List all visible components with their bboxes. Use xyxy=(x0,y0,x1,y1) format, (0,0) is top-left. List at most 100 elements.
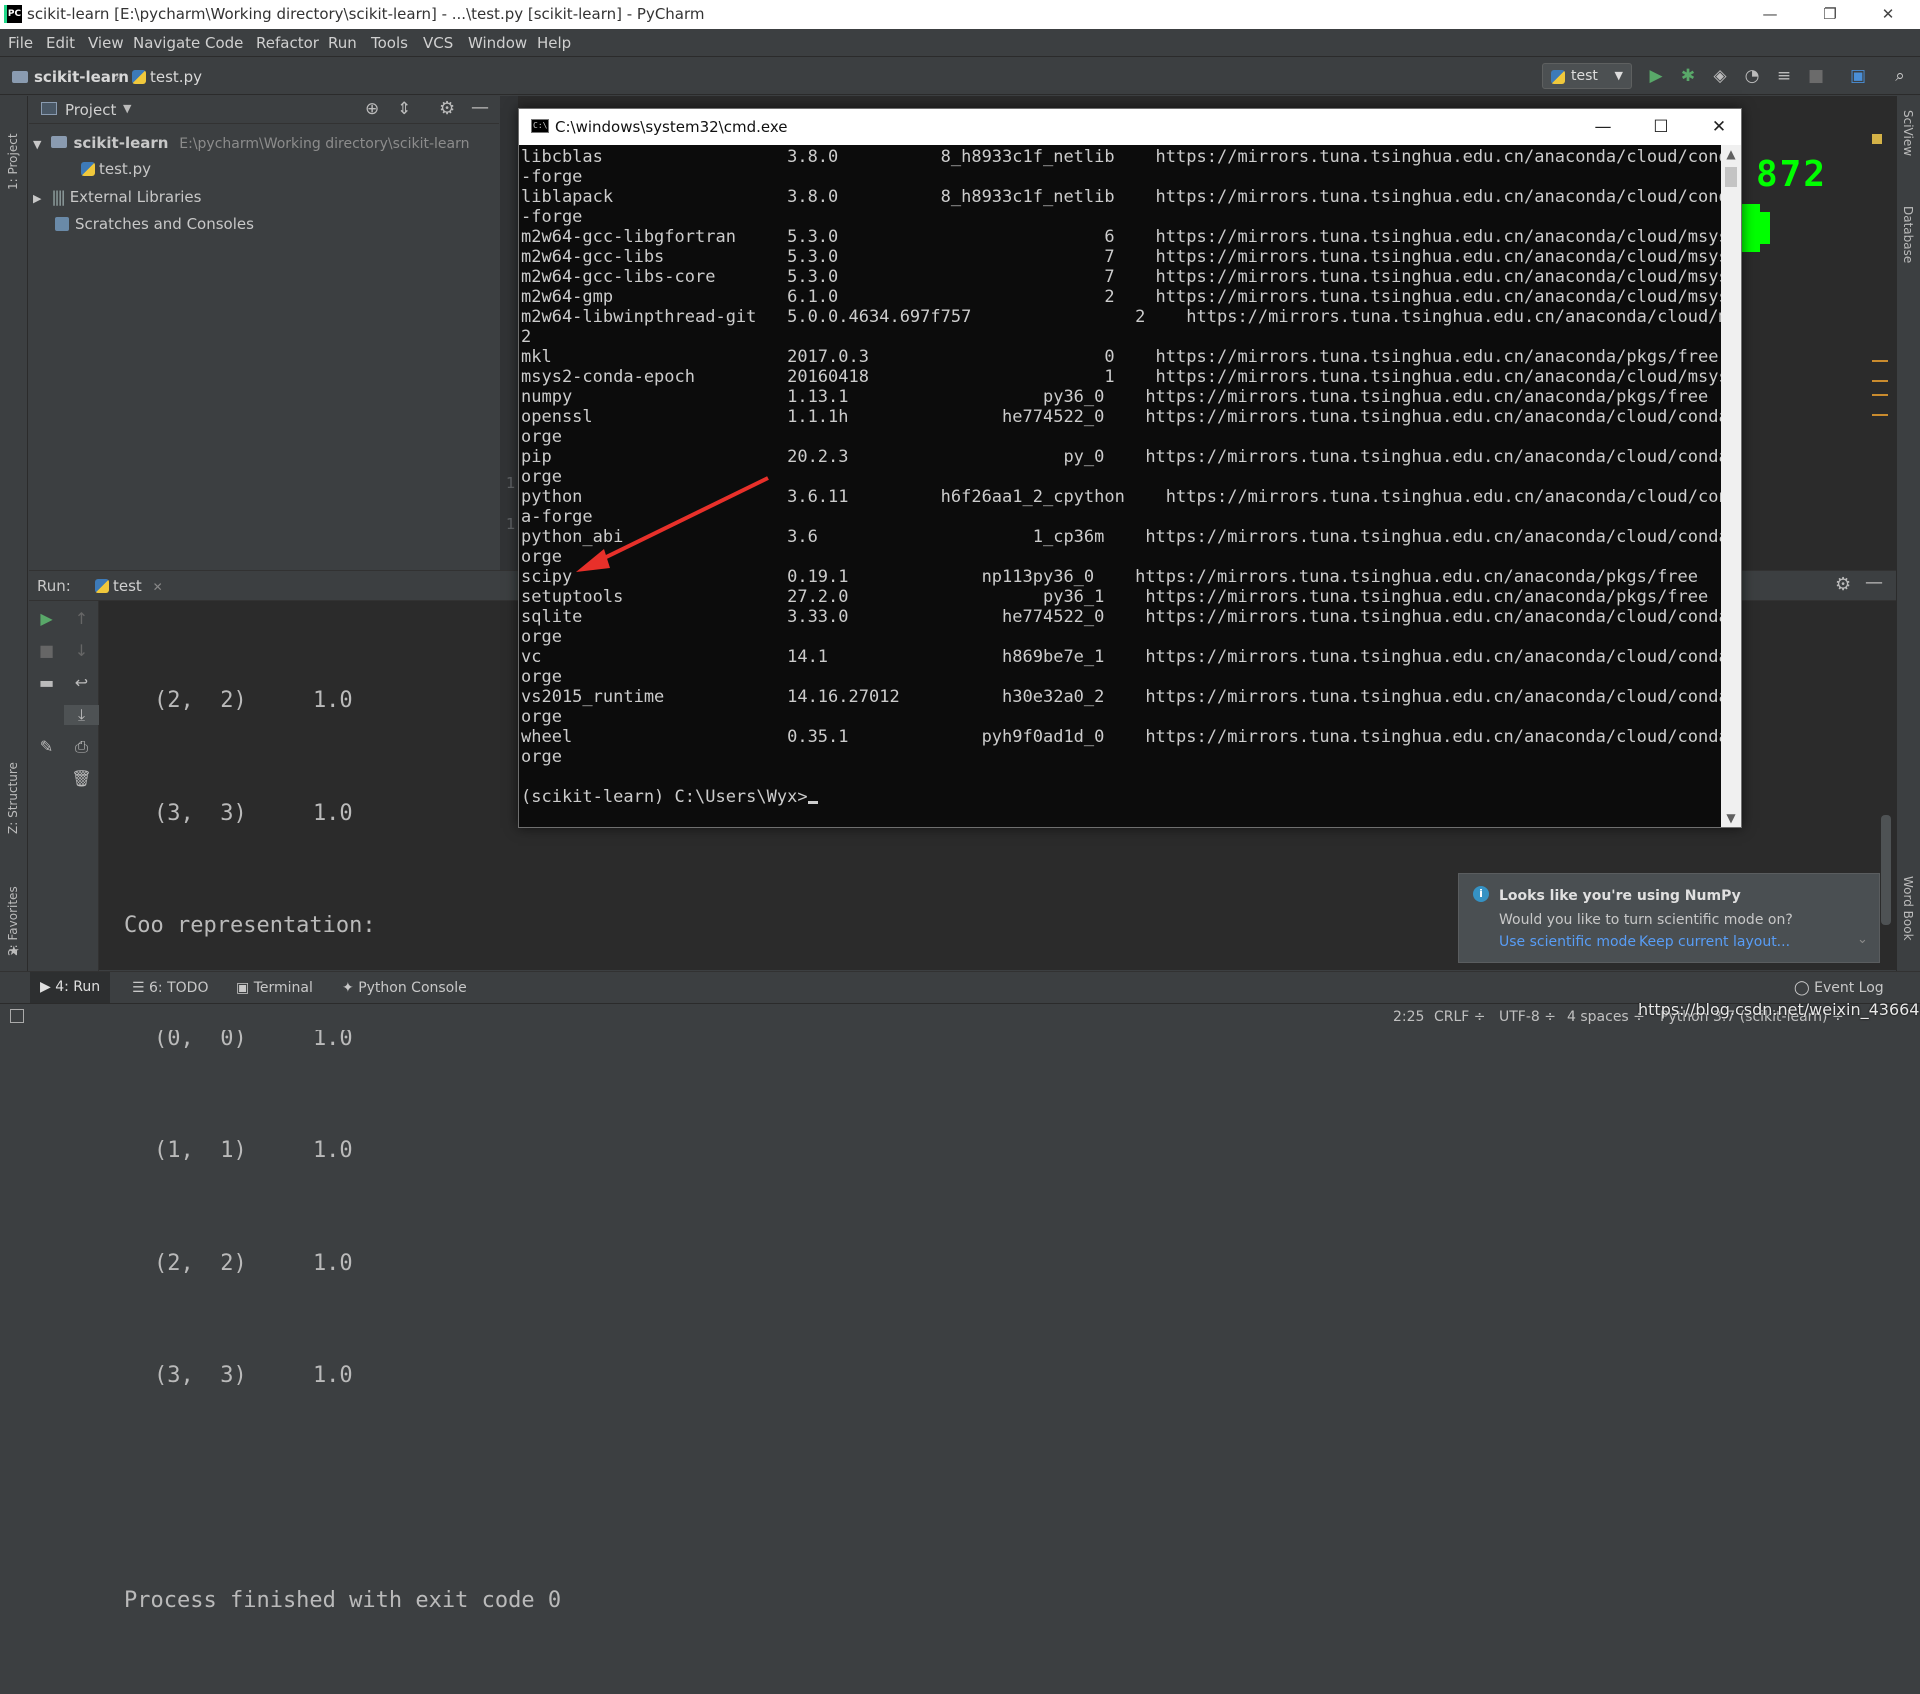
cmd-close-button[interactable]: ✕ xyxy=(1699,113,1739,141)
warning-indicator-icon[interactable] xyxy=(1872,134,1882,144)
stripe-mark[interactable] xyxy=(1872,394,1888,396)
line-separator[interactable]: CRLF ÷ xyxy=(1434,1009,1486,1025)
cmd-line: scipy 0.19.1 np113py36_0 https://mirrors… xyxy=(521,567,1699,587)
menu-view[interactable]: View xyxy=(88,34,124,52)
event-log-tool-tab[interactable]: ◯ Event Log xyxy=(1794,980,1884,996)
indent-setting[interactable]: 4 spaces ÷ xyxy=(1567,1009,1645,1025)
keep-layout-link[interactable]: Keep current layout... xyxy=(1639,934,1790,950)
menu-tools[interactable]: Tools xyxy=(371,34,408,52)
run-tab-test[interactable]: test ✕ xyxy=(95,577,163,595)
tool-structure-tab[interactable]: Z: Structure xyxy=(6,744,20,834)
minimize-button[interactable]: — xyxy=(1750,2,1790,26)
translate-icon[interactable]: ▣ xyxy=(1848,66,1868,86)
soft-wrap-icon[interactable]: ↩ xyxy=(64,673,99,692)
python-config-icon xyxy=(95,579,109,593)
concurrency-icon[interactable]: ≡ xyxy=(1774,66,1794,86)
tool-database-tab[interactable]: Database xyxy=(1901,206,1915,286)
tool-wordbook-tab[interactable]: Word Book xyxy=(1901,876,1915,956)
down-arrow-icon[interactable]: ↓ xyxy=(64,641,99,660)
python-console-tool-tab[interactable]: ✦ Python Console xyxy=(342,980,467,996)
chevron-up-icon[interactable]: ▲ xyxy=(1721,147,1741,161)
close-button[interactable]: ✕ xyxy=(1868,2,1908,26)
collapse-all-icon[interactable]: ⇕ xyxy=(397,99,411,119)
profile-icon[interactable]: ◔ xyxy=(1742,66,1762,86)
hide-panel-icon[interactable]: — xyxy=(1865,572,1883,593)
tree-item-external-libraries[interactable]: ▶ |||| External Libraries xyxy=(33,188,201,206)
menu-file[interactable]: File xyxy=(8,34,33,52)
console-scrollbar[interactable] xyxy=(1881,815,1891,925)
gear-icon[interactable]: ⚙ xyxy=(1835,574,1851,595)
cmd-minimize-button[interactable]: — xyxy=(1583,113,1623,141)
cmd-scrollbar-thumb[interactable] xyxy=(1725,167,1737,187)
breadcrumb-file[interactable]: test.py xyxy=(132,68,202,86)
tree-item-test-py[interactable]: test.py xyxy=(81,160,151,178)
cmd-window[interactable]: C:\ C:\windows\system32\cmd.exe — ☐ ✕ li… xyxy=(518,108,1742,828)
python-console-label: Python Console xyxy=(358,980,467,996)
breadcrumb-project[interactable]: scikit-learn xyxy=(12,68,129,86)
root-name: scikit-learn xyxy=(73,134,169,152)
error-stripe xyxy=(1872,120,1888,540)
rerun-icon[interactable]: ▶ xyxy=(29,609,64,628)
menu-window[interactable]: Window xyxy=(468,34,527,52)
menu-edit[interactable]: Edit xyxy=(46,34,75,52)
debug-icon[interactable]: ✱ xyxy=(1678,66,1698,86)
terminal-tool-tab[interactable]: ▣ Terminal xyxy=(236,980,313,996)
locate-icon[interactable]: ⊕ xyxy=(365,99,379,119)
cmd-line: vs2015_runtime 14.16.27012 h30e32a0_2 ht… xyxy=(521,687,1721,707)
search-icon[interactable]: ⌕ xyxy=(1890,66,1910,86)
chevron-down-icon[interactable]: ▼ xyxy=(1721,811,1741,825)
close-tab-icon[interactable]: ✕ xyxy=(153,580,163,594)
tool-project-tab[interactable]: 1: Project xyxy=(6,110,20,190)
run-icon[interactable]: ▶ xyxy=(1646,66,1666,86)
stop-icon[interactable]: ■ xyxy=(1806,66,1826,86)
cmd-output[interactable]: libcblas 3.8.0 8_h8933c1f_netlib https:/… xyxy=(521,147,1721,825)
restore-button[interactable]: ❐ xyxy=(1810,2,1850,26)
cmd-line: m2w64-gcc-libs 5.3.0 7 https://mirrors.t… xyxy=(521,247,1721,267)
project-view-selector[interactable]: Project xyxy=(65,101,116,119)
console-line: Process finished with exit code 0 xyxy=(124,1587,562,1613)
tool-sciview-tab[interactable]: SciView xyxy=(1901,110,1915,180)
tree-item-root[interactable]: ▼ scikit-learn E:\pycharm\Working directo… xyxy=(33,134,470,152)
toggle-tool-windows-icon[interactable] xyxy=(10,1009,24,1023)
scroll-to-end-icon[interactable]: ⤓ xyxy=(64,705,99,725)
up-arrow-icon[interactable]: ↑ xyxy=(64,609,99,628)
chevron-down-icon[interactable]: ▼ xyxy=(123,102,131,115)
menu-refactor[interactable]: Refactor xyxy=(256,34,319,52)
expand-notification-icon[interactable]: ⌄ xyxy=(1857,932,1868,947)
cmd-line: msys2-conda-epoch 20160418 1 https://mir… xyxy=(521,367,1721,387)
stripe-mark[interactable] xyxy=(1872,414,1888,416)
pin-icon[interactable]: ✎ xyxy=(29,737,64,756)
cmd-scrollbar[interactable]: ▲ ▼ xyxy=(1721,145,1741,827)
todo-tool-tab[interactable]: ☰ 6: TODO xyxy=(132,980,208,996)
cmd-maximize-button[interactable]: ☐ xyxy=(1641,113,1681,141)
use-scientific-mode-link[interactable]: Use scientific mode xyxy=(1499,934,1636,950)
coverage-icon[interactable]: ◈ xyxy=(1710,66,1730,86)
run-console-output[interactable]: (2, 2) 1.0 (3, 3) 1.0 Coo representation… xyxy=(124,607,561,1694)
hide-panel-icon[interactable]: — xyxy=(471,97,489,118)
menu-run[interactable]: Run xyxy=(328,34,357,52)
stop-icon[interactable]: ■ xyxy=(29,641,64,660)
menu-vcs[interactable]: VCS xyxy=(423,34,453,52)
stripe-mark[interactable] xyxy=(1872,380,1888,382)
breadcrumb-separator-icon: › xyxy=(114,68,120,86)
menu-help[interactable]: Help xyxy=(537,34,571,52)
info-icon: i xyxy=(1473,886,1489,902)
menu-code[interactable]: Code xyxy=(205,34,243,52)
cmd-line: liblapack 3.8.0 8_h8933c1f_netlib https:… xyxy=(521,187,1721,207)
gear-icon[interactable]: ⚙ xyxy=(439,98,455,119)
tree-item-scratches[interactable]: Scratches and Consoles xyxy=(55,215,254,233)
run-configuration-select[interactable]: test ▼ xyxy=(1542,63,1632,89)
caret-position[interactable]: 2:25 xyxy=(1393,1009,1424,1025)
python-file-icon xyxy=(81,162,95,176)
file-encoding[interactable]: UTF-8 ÷ xyxy=(1499,1009,1556,1025)
scratches-label: Scratches and Consoles xyxy=(75,215,254,233)
layout-icon[interactable]: ▬ xyxy=(29,673,64,692)
tool-favorites-tab[interactable]: 2: Favorites xyxy=(6,866,20,956)
stripe-mark[interactable] xyxy=(1872,360,1888,362)
print-icon[interactable]: ⎙ xyxy=(64,737,99,757)
menu-navigate[interactable]: Navigate xyxy=(133,34,200,52)
status-bar: 2:25 CRLF ÷ UTF-8 ÷ 4 spaces ÷ Python 3.… xyxy=(0,1003,1920,1030)
run-tool-tab[interactable]: ▶ 4: Run xyxy=(30,972,111,1003)
text-cursor xyxy=(807,801,818,804)
trash-icon[interactable]: 🗑 xyxy=(64,769,99,788)
